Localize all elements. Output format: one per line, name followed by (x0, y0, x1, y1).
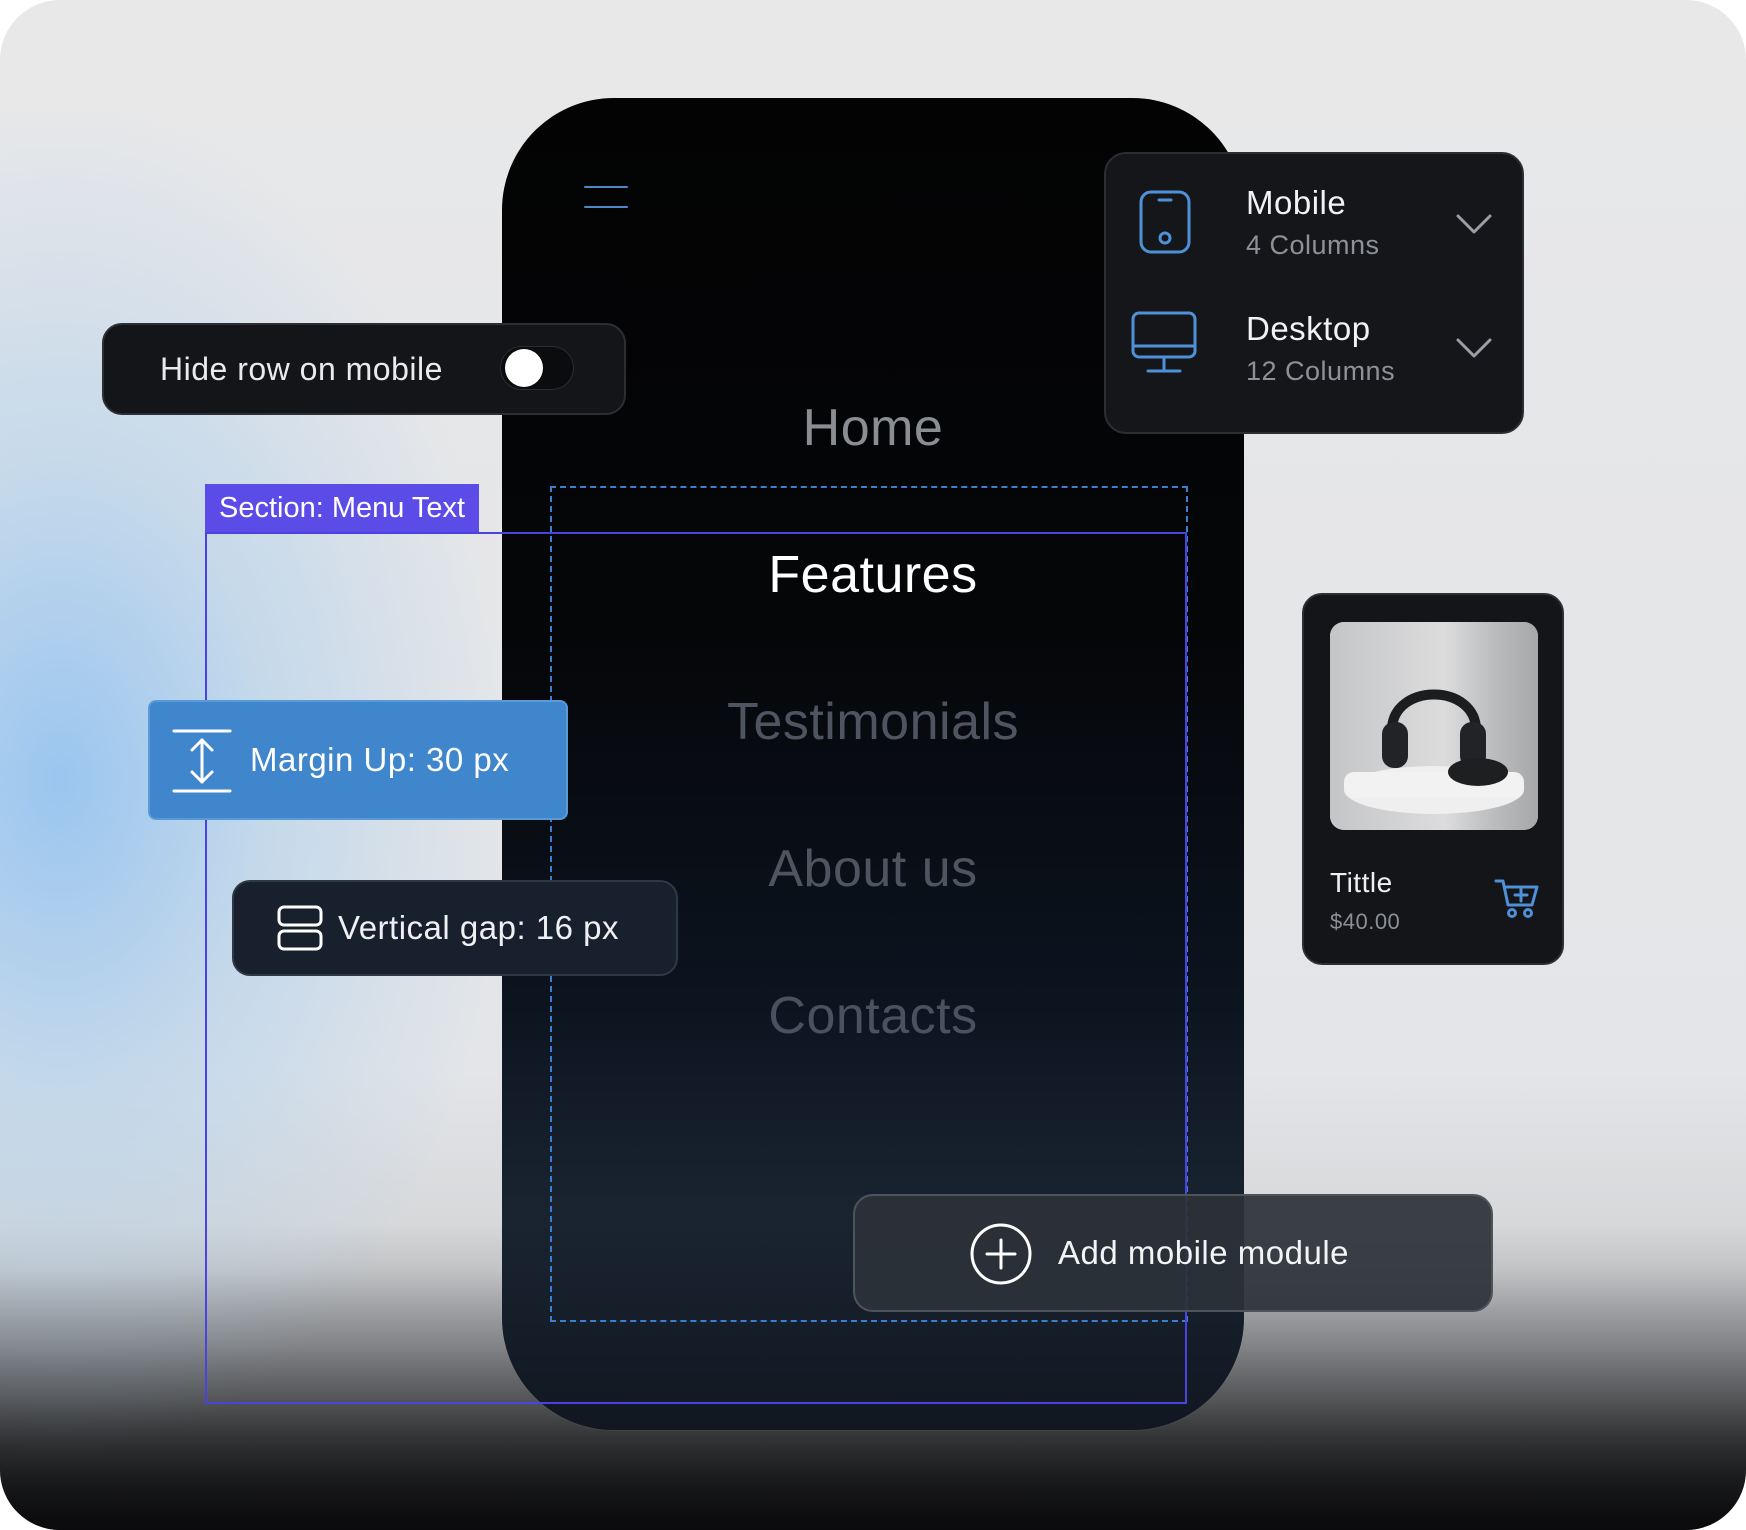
plus-circle-icon (970, 1223, 1032, 1285)
breakpoint-name: Mobile (1246, 184, 1347, 221)
headphones-illustration (1330, 622, 1538, 830)
product-image (1330, 622, 1538, 830)
vertical-gap-control[interactable]: Vertical gap: 16 px (232, 880, 678, 976)
add-mobile-module-button[interactable]: Add mobile module (853, 1194, 1493, 1312)
margin-up-control[interactable]: Margin Up: 30 px (148, 700, 568, 820)
chevron-down-icon[interactable] (1454, 336, 1494, 360)
toggle-knob (505, 349, 543, 387)
product-title: Tittle (1330, 867, 1393, 898)
smartphone-icon (1139, 190, 1191, 254)
hide-row-toggle-panel: Hide row on mobile (102, 323, 626, 415)
vertical-gap-label: Vertical gap: 16 px (338, 909, 620, 946)
product-card[interactable]: Tittle $40.00 (1302, 593, 1564, 965)
menu-item-contacts[interactable]: Contacts (502, 986, 1244, 1046)
breakpoint-mobile[interactable]: Mobile 4 Columns (1106, 154, 1522, 284)
hide-row-label: Hide row on mobile (160, 351, 443, 387)
monitor-icon (1131, 311, 1197, 373)
menu-item-testimonials[interactable]: Testimonials (502, 692, 1244, 752)
chevron-down-icon[interactable] (1454, 212, 1494, 236)
breakpoint-columns: 4 Columns (1246, 230, 1380, 260)
section-tag[interactable]: Section: Menu Text (205, 484, 480, 532)
add-to-cart-icon[interactable] (1494, 875, 1540, 921)
add-mobile-module-label: Add mobile module (1058, 1234, 1349, 1271)
hide-row-toggle[interactable] (500, 346, 574, 390)
margin-up-label: Margin Up: 30 px (250, 741, 510, 778)
breakpoint-columns: 12 Columns (1246, 356, 1396, 386)
breakpoint-desktop[interactable]: Desktop 12 Columns (1106, 282, 1522, 412)
vertical-resize-icon (172, 729, 232, 793)
menu-item-features[interactable]: Features (502, 545, 1244, 605)
product-price: $40.00 (1330, 909, 1401, 934)
rows-layout-icon (277, 905, 323, 951)
breakpoint-name: Desktop (1246, 310, 1371, 347)
hamburger-menu-icon[interactable] (584, 186, 628, 212)
breakpoints-panel: Mobile 4 Columns Desktop 12 Columns (1104, 152, 1524, 434)
canvas-background: Home Features Testimonials About us Cont… (0, 0, 1746, 1530)
